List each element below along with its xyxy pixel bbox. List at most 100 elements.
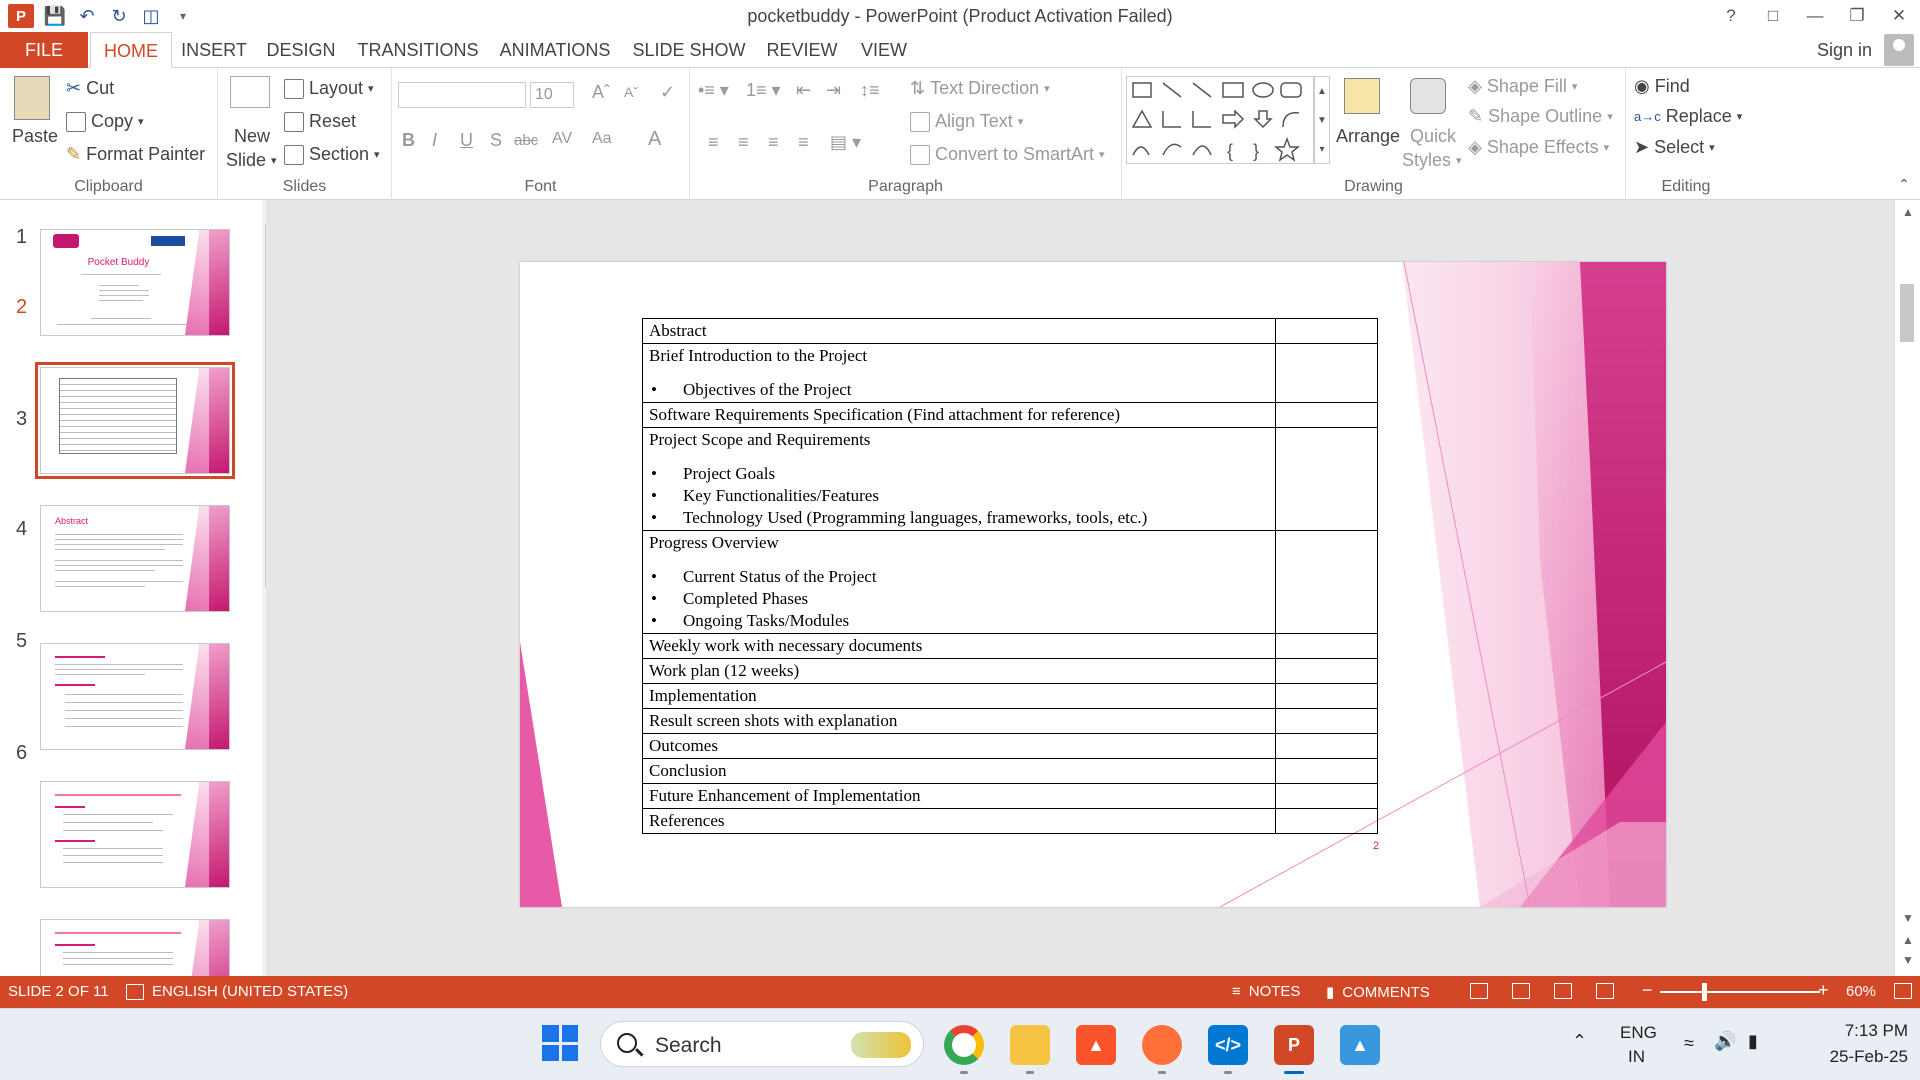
table-cell[interactable] xyxy=(1275,318,1378,344)
table-cell[interactable] xyxy=(1275,808,1378,834)
table-cell[interactable]: Work plan (12 weeks) xyxy=(642,658,1276,684)
strikethrough-button[interactable]: abc xyxy=(514,132,538,149)
chrome-icon[interactable] xyxy=(944,1025,984,1065)
table-cell[interactable]: Progress Overview Current Status of the P… xyxy=(642,530,1276,634)
clear-formatting-icon[interactable]: ✓ xyxy=(660,82,675,103)
reading-view-icon[interactable] xyxy=(1554,983,1572,999)
font-name-select[interactable] xyxy=(398,82,526,108)
slide-thumbnail-2[interactable] xyxy=(35,362,235,479)
tab-slide-show[interactable]: SLIDE SHOW xyxy=(632,32,746,68)
replace-button[interactable]: a→c Replace ▾ xyxy=(1634,106,1742,127)
save-icon[interactable]: 💾 xyxy=(44,5,66,27)
normal-view-icon[interactable] xyxy=(1470,983,1488,999)
quick-styles-icon[interactable] xyxy=(1410,78,1446,114)
align-right-icon[interactable]: ≡ xyxy=(768,132,779,153)
current-slide[interactable]: Abstract Brief Introduction to the Projec… xyxy=(520,262,1666,907)
table-cell[interactable] xyxy=(1275,658,1378,684)
table-cell[interactable]: Conclusion xyxy=(642,758,1276,784)
table-cell[interactable] xyxy=(1275,708,1378,734)
tab-view[interactable]: VIEW xyxy=(858,32,910,68)
comments-button[interactable]: ▮ COMMENTS xyxy=(1326,983,1430,1002)
scroll-down-icon[interactable]: ▼ xyxy=(1895,908,1920,928)
numbering-icon[interactable]: 1≡ ▾ xyxy=(746,80,781,101)
convert-smartart-button[interactable]: Convert to SmartArt ▾ xyxy=(910,144,1105,165)
new-slide-line1[interactable]: New xyxy=(234,126,270,147)
ribbon-display-options-icon[interactable]: □ xyxy=(1752,0,1794,32)
table-cell[interactable] xyxy=(1275,783,1378,809)
cut-button[interactable]: ✂ Cut xyxy=(66,78,114,99)
help-button[interactable]: ? xyxy=(1710,0,1752,32)
table-cell[interactable]: Weekly work with necessary documents xyxy=(642,633,1276,659)
powerpoint-logo-icon[interactable]: P xyxy=(8,4,34,28)
character-spacing-button[interactable]: AV xyxy=(552,130,572,148)
align-text-button[interactable]: Align Text ▾ xyxy=(910,111,1023,132)
agenda-table[interactable]: Abstract Brief Introduction to the Projec… xyxy=(642,318,1378,834)
table-cell[interactable] xyxy=(1275,758,1378,784)
tab-home[interactable]: HOME xyxy=(90,32,172,69)
undo-icon[interactable]: ↶ xyxy=(76,5,98,27)
copy-button[interactable]: Copy ▾ xyxy=(66,111,144,132)
powerpoint-icon[interactable]: P xyxy=(1274,1025,1314,1065)
battery-icon[interactable]: ▮ xyxy=(1748,1031,1758,1052)
table-cell[interactable]: Abstract xyxy=(642,318,1276,344)
arrange-icon[interactable] xyxy=(1344,78,1380,114)
shape-outline-button[interactable]: ✎ Shape Outline ▾ xyxy=(1468,106,1613,127)
scrollbar-thumb[interactable] xyxy=(1900,284,1914,342)
zoom-slider[interactable] xyxy=(1660,991,1820,993)
wifi-icon[interactable]: ≈ xyxy=(1684,1033,1694,1054)
redo-icon[interactable]: ↻ xyxy=(108,5,130,27)
vscode-icon[interactable]: </> xyxy=(1208,1025,1248,1065)
section-button[interactable]: Section ▾ xyxy=(284,144,380,165)
new-slide-icon[interactable] xyxy=(230,76,270,108)
text-shadow-button[interactable]: S xyxy=(490,130,502,151)
align-center-icon[interactable]: ≡ xyxy=(738,132,749,153)
text-direction-button[interactable]: ⇅ Text Direction ▾ xyxy=(910,78,1050,99)
photos-icon[interactable]: ▲ xyxy=(1340,1025,1380,1065)
file-explorer-icon[interactable] xyxy=(1010,1025,1050,1065)
format-painter-button[interactable]: ✎ Format Painter xyxy=(66,144,205,165)
slide-thumbnail-5[interactable] xyxy=(40,781,230,888)
previous-slide-icon[interactable]: ▲ xyxy=(1895,930,1920,950)
new-slide-button[interactable]: Slide ▾ xyxy=(226,150,277,171)
tab-file[interactable]: FILE xyxy=(0,32,88,68)
increase-indent-icon[interactable]: ⇥ xyxy=(826,80,841,101)
find-button[interactable]: ◉ Find xyxy=(1634,76,1690,97)
shapes-gallery[interactable]: { } xyxy=(1126,76,1314,164)
slide-thumbnail-1[interactable]: Pocket Buddy xyxy=(40,229,230,336)
input-language-line1[interactable]: ENG xyxy=(1620,1023,1657,1043)
table-cell[interactable] xyxy=(1275,402,1378,428)
table-cell[interactable]: Implementation xyxy=(642,683,1276,709)
next-slide-icon[interactable]: ▼ xyxy=(1895,950,1920,970)
align-left-icon[interactable]: ≡ xyxy=(708,132,719,153)
shapes-gallery-scroll[interactable]: ▲ ▼ ▾ xyxy=(1314,76,1330,164)
table-cell[interactable]: Software Requirements Specification (Fin… xyxy=(642,402,1276,428)
volume-icon[interactable]: 🔊 xyxy=(1714,1031,1736,1052)
start-button[interactable] xyxy=(542,1025,578,1061)
zoom-in-icon[interactable]: + xyxy=(1818,980,1829,1001)
scroll-up-icon[interactable]: ▲ xyxy=(1895,202,1920,222)
layout-button[interactable]: Layout ▾ xyxy=(284,78,374,99)
start-from-beginning-icon[interactable]: ◫ xyxy=(140,5,162,27)
zoom-level[interactable]: 60% xyxy=(1846,983,1876,1000)
font-color-button[interactable]: A xyxy=(648,128,661,151)
change-case-button[interactable]: Aa xyxy=(592,130,612,148)
grow-font-button[interactable]: Aˆ xyxy=(592,82,610,103)
tab-insert[interactable]: INSERT xyxy=(178,32,250,68)
quick-styles-button[interactable]: Styles ▾ xyxy=(1402,150,1462,171)
table-cell[interactable]: Result screen shots with explanation xyxy=(642,708,1276,734)
tab-transitions[interactable]: TRANSITIONS xyxy=(354,32,482,68)
bullets-icon[interactable]: •≡ ▾ xyxy=(698,80,729,101)
table-cell[interactable] xyxy=(1275,633,1378,659)
underline-button[interactable]: U xyxy=(460,130,473,151)
paste-icon[interactable] xyxy=(14,76,50,120)
tab-review[interactable]: REVIEW xyxy=(764,32,840,68)
close-button[interactable]: ✕ xyxy=(1878,0,1920,32)
table-cell[interactable]: Brief Introduction to the Project Objecti… xyxy=(642,343,1276,403)
clock-time[interactable]: 7:13 PM xyxy=(1808,1021,1908,1041)
input-language-line2[interactable]: IN xyxy=(1628,1047,1645,1067)
avatar[interactable] xyxy=(1884,34,1914,66)
minimize-button[interactable]: — xyxy=(1794,0,1836,32)
editor-scrollbar[interactable]: ▲ ▼ ▲ ▼ xyxy=(1894,200,1920,976)
font-size-select[interactable]: 10 xyxy=(530,82,574,108)
table-cell[interactable] xyxy=(1275,683,1378,709)
